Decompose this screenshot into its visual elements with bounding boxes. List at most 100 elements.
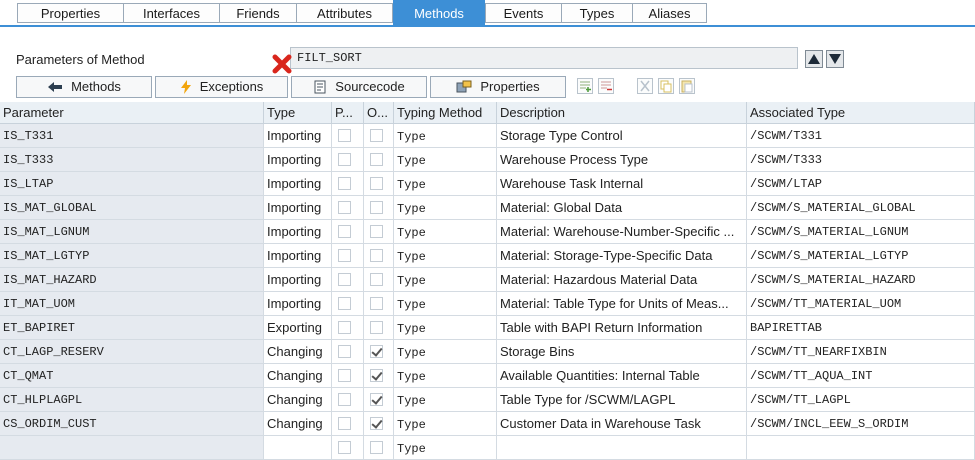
tab-interfaces[interactable]: Interfaces [123, 3, 220, 23]
checkbox[interactable] [338, 225, 351, 238]
checkbox[interactable] [370, 129, 383, 142]
description-cell[interactable]: Material: Warehouse-Number-Specific ... [497, 220, 747, 244]
checkbox[interactable] [338, 417, 351, 430]
col-header-pass-value[interactable]: P... [332, 102, 364, 124]
checkbox[interactable] [338, 297, 351, 310]
description-cell[interactable] [497, 436, 747, 460]
description-cell[interactable]: Table Type for /SCWM/LAGPL [497, 388, 747, 412]
typing-method-cell[interactable]: Type [394, 292, 497, 316]
checkbox[interactable] [338, 369, 351, 382]
type-cell[interactable]: Importing [264, 268, 332, 292]
delete-row-icon[interactable] [598, 78, 614, 94]
description-cell[interactable]: Customer Data in Warehouse Task [497, 412, 747, 436]
parameter-cell[interactable]: IS_MAT_GLOBAL [0, 196, 264, 220]
parameter-cell[interactable] [0, 436, 264, 460]
checkbox[interactable] [338, 273, 351, 286]
paste-icon[interactable] [679, 78, 695, 94]
methods-button[interactable]: Methods [16, 76, 152, 98]
description-cell[interactable]: Storage Type Control [497, 124, 747, 148]
associated-type-cell[interactable]: /SCWM/TT_NEARFIXBIN [747, 340, 975, 364]
tab-aliases[interactable]: Aliases [632, 3, 707, 23]
col-header-parameter[interactable]: Parameter [0, 102, 264, 124]
checkbox[interactable] [370, 393, 383, 406]
description-cell[interactable]: Material: Hazardous Material Data [497, 268, 747, 292]
typing-method-cell[interactable]: Type [394, 268, 497, 292]
parameter-cell[interactable]: IS_MAT_LGTYP [0, 244, 264, 268]
associated-type-cell[interactable]: /SCWM/TT_AQUA_INT [747, 364, 975, 388]
typing-method-cell[interactable]: Type [394, 124, 497, 148]
description-cell[interactable]: Available Quantities: Internal Table [497, 364, 747, 388]
type-cell[interactable]: Changing [264, 340, 332, 364]
checkbox[interactable] [338, 441, 351, 454]
checkbox[interactable] [370, 345, 383, 358]
typing-method-cell[interactable]: Type [394, 340, 497, 364]
table-row[interactable]: IS_T333 Importing Type Warehouse Process Ty… [0, 148, 975, 172]
type-cell[interactable]: Importing [264, 148, 332, 172]
type-cell[interactable]: Importing [264, 124, 332, 148]
associated-type-cell[interactable]: /SCWM/T333 [747, 148, 975, 172]
checkbox[interactable] [338, 201, 351, 214]
type-cell[interactable]: Importing [264, 292, 332, 316]
tab-attributes[interactable]: Attributes [296, 3, 393, 23]
col-header-description[interactable]: Description [497, 102, 747, 124]
checkbox[interactable] [370, 249, 383, 262]
table-row[interactable]: IS_T331 Importing Type Storage Type Control… [0, 124, 975, 148]
parameter-cell[interactable]: ET_BAPIRET [0, 316, 264, 340]
table-row[interactable]: IT_MAT_UOM Importing Type Material: Table T… [0, 292, 975, 316]
method-name-field[interactable]: FILT_SORT [290, 47, 798, 69]
typing-method-cell[interactable]: Type [394, 364, 497, 388]
parameter-cell[interactable]: IS_MAT_HAZARD [0, 268, 264, 292]
parameter-cell[interactable]: CT_HLPLAGPL [0, 388, 264, 412]
associated-type-cell[interactable]: /SCWM/S_MATERIAL_HAZARD [747, 268, 975, 292]
parameter-cell[interactable]: CT_QMAT [0, 364, 264, 388]
associated-type-cell[interactable]: /SCWM/TT_MATERIAL_UOM [747, 292, 975, 316]
associated-type-cell[interactable]: /SCWM/LTAP [747, 172, 975, 196]
associated-type-cell[interactable]: /SCWM/INCL_EEW_S_ORDIM [747, 412, 975, 436]
tab-methods[interactable]: Methods [393, 0, 485, 26]
table-row[interactable]: IS_LTAP Importing Type Warehouse Task Inter… [0, 172, 975, 196]
tab-events[interactable]: Events [485, 3, 562, 23]
description-cell[interactable]: Warehouse Task Internal [497, 172, 747, 196]
table-row[interactable]: IS_MAT_LGNUM Importing Type Material: Wareh… [0, 220, 975, 244]
checkbox[interactable] [370, 297, 383, 310]
checkbox[interactable] [370, 417, 383, 430]
table-row[interactable]: CT_HLPLAGPL Changing Type Table Type for /S… [0, 388, 975, 412]
typing-method-cell[interactable]: Type [394, 388, 497, 412]
description-cell[interactable]: Storage Bins [497, 340, 747, 364]
type-cell[interactable]: Importing [264, 220, 332, 244]
checkbox[interactable] [338, 393, 351, 406]
associated-type-cell[interactable]: /SCWM/S_MATERIAL_LGTYP [747, 244, 975, 268]
associated-type-cell[interactable]: /SCWM/S_MATERIAL_GLOBAL [747, 196, 975, 220]
typing-method-cell[interactable]: Type [394, 148, 497, 172]
checkbox[interactable] [370, 369, 383, 382]
table-row[interactable]: ET_BAPIRET Exporting Type Table with BAPI R… [0, 316, 975, 340]
table-row[interactable]: CS_ORDIM_CUST Changing Type Customer Data i… [0, 412, 975, 436]
previous-method-button[interactable] [805, 50, 823, 68]
table-row[interactable]: Type [0, 436, 975, 460]
type-cell[interactable] [264, 436, 332, 460]
cut-icon[interactable] [637, 78, 653, 94]
type-cell[interactable]: Importing [264, 244, 332, 268]
type-cell[interactable]: Exporting [264, 316, 332, 340]
description-cell[interactable]: Table with BAPI Return Information [497, 316, 747, 340]
parameter-cell[interactable]: IS_T331 [0, 124, 264, 148]
checkbox[interactable] [370, 177, 383, 190]
col-header-associated-type[interactable]: Associated Type [747, 102, 975, 124]
table-row[interactable]: CT_QMAT Changing Type Available Quantities:… [0, 364, 975, 388]
table-row[interactable]: CT_LAGP_RESERV Changing Type Storage Bins/S… [0, 340, 975, 364]
sourcecode-button[interactable]: Sourcecode [291, 76, 427, 98]
typing-method-cell[interactable]: Type [394, 316, 497, 340]
parameter-cell[interactable]: CT_LAGP_RESERV [0, 340, 264, 364]
type-cell[interactable]: Changing [264, 412, 332, 436]
table-row[interactable]: IS_MAT_HAZARD Importing Type Material: Haza… [0, 268, 975, 292]
checkbox[interactable] [370, 273, 383, 286]
col-header-typing-method[interactable]: Typing Method [394, 102, 497, 124]
associated-type-cell[interactable]: /SCWM/TT_LAGPL [747, 388, 975, 412]
checkbox[interactable] [370, 441, 383, 454]
typing-method-cell[interactable]: Type [394, 244, 497, 268]
insert-row-icon[interactable] [577, 78, 593, 94]
col-header-type[interactable]: Type [264, 102, 332, 124]
associated-type-cell[interactable]: /SCWM/S_MATERIAL_LGNUM [747, 220, 975, 244]
description-cell[interactable]: Warehouse Process Type [497, 148, 747, 172]
checkbox[interactable] [370, 153, 383, 166]
